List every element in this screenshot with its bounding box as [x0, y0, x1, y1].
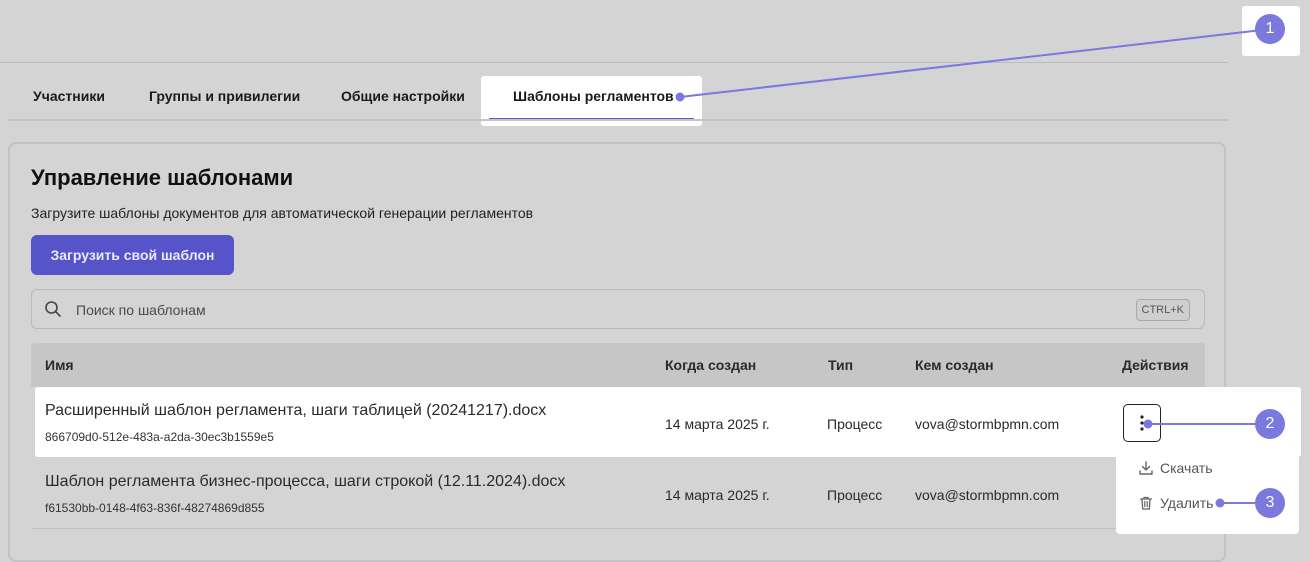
author-email: vova@stormbpmn.com: [915, 416, 1060, 432]
template-type: Процесс: [827, 416, 883, 432]
table-header: Имя Когда создан Тип Кем создан Действия: [31, 343, 1205, 387]
search-input[interactable]: [74, 298, 1138, 322]
template-type: Процесс: [827, 487, 883, 503]
tab-groups-privileges[interactable]: Группы и привилегии: [149, 76, 300, 120]
tab-general-settings[interactable]: Общие настройки: [341, 76, 465, 120]
annotation-badge-3: 3: [1255, 488, 1285, 518]
header-divider: [0, 62, 1228, 63]
tab-label: Участники: [33, 88, 105, 104]
template-name: Шаблон регламента бизнес-процесса, шаги …: [45, 473, 566, 490]
search-icon: [45, 301, 61, 317]
tab-label: Группы и привилегии: [149, 88, 301, 104]
row-actions-button[interactable]: [1123, 404, 1161, 442]
annotation-badge-1: 1: [1255, 14, 1285, 44]
menu-item-label: Удалить: [1160, 495, 1214, 511]
tabs-bar: Участники Группы и привилегии Общие наст…: [8, 76, 1228, 126]
menu-item-label: Скачать: [1160, 460, 1213, 476]
column-actions: Действия: [1122, 357, 1189, 373]
trash-icon: [1139, 496, 1153, 510]
shortcut-hint: CTRL+K: [1135, 299, 1190, 321]
search-box: CTRL+K: [31, 289, 1205, 329]
download-icon: [1139, 461, 1153, 475]
tabs-underline: [8, 119, 1228, 121]
upload-template-button[interactable]: Загрузить свой шаблон: [31, 235, 234, 275]
author-email: vova@stormbpmn.com: [915, 487, 1060, 503]
column-author[interactable]: Кем создан: [915, 343, 994, 387]
annotation-badge-2: 2: [1255, 409, 1285, 439]
menu-item-download[interactable]: Скачать: [1138, 456, 1213, 480]
page-title: Управление шаблонами: [31, 165, 294, 190]
tab-label: Шаблоны регламентов: [513, 88, 674, 104]
column-created[interactable]: Когда создан: [665, 343, 756, 387]
table-row[interactable]: Расширенный шаблон регламента, шаги табл…: [35, 387, 1301, 457]
table-row[interactable]: Шаблон регламента бизнес-процесса, шаги …: [31, 458, 1205, 529]
template-id: 866709d0-512e-483a-a2da-30ec3b1559e5: [45, 430, 274, 444]
column-name[interactable]: Имя: [45, 343, 74, 387]
created-date: 14 марта 2025 г.: [665, 416, 770, 432]
more-vertical-icon: [1140, 415, 1144, 431]
template-name: Расширенный шаблон регламента, шаги табл…: [45, 402, 547, 419]
page-subtitle: Загрузите шаблоны документов для автомат…: [31, 205, 534, 221]
menu-item-delete[interactable]: Удалить: [1138, 491, 1213, 515]
tab-participants[interactable]: Участники: [33, 76, 105, 120]
created-date: 14 марта 2025 г.: [665, 487, 770, 503]
column-type[interactable]: Тип: [828, 343, 853, 387]
template-id: f61530bb-0148-4f63-836f-48274869d855: [45, 501, 265, 515]
tab-label: Общие настройки: [341, 88, 465, 104]
